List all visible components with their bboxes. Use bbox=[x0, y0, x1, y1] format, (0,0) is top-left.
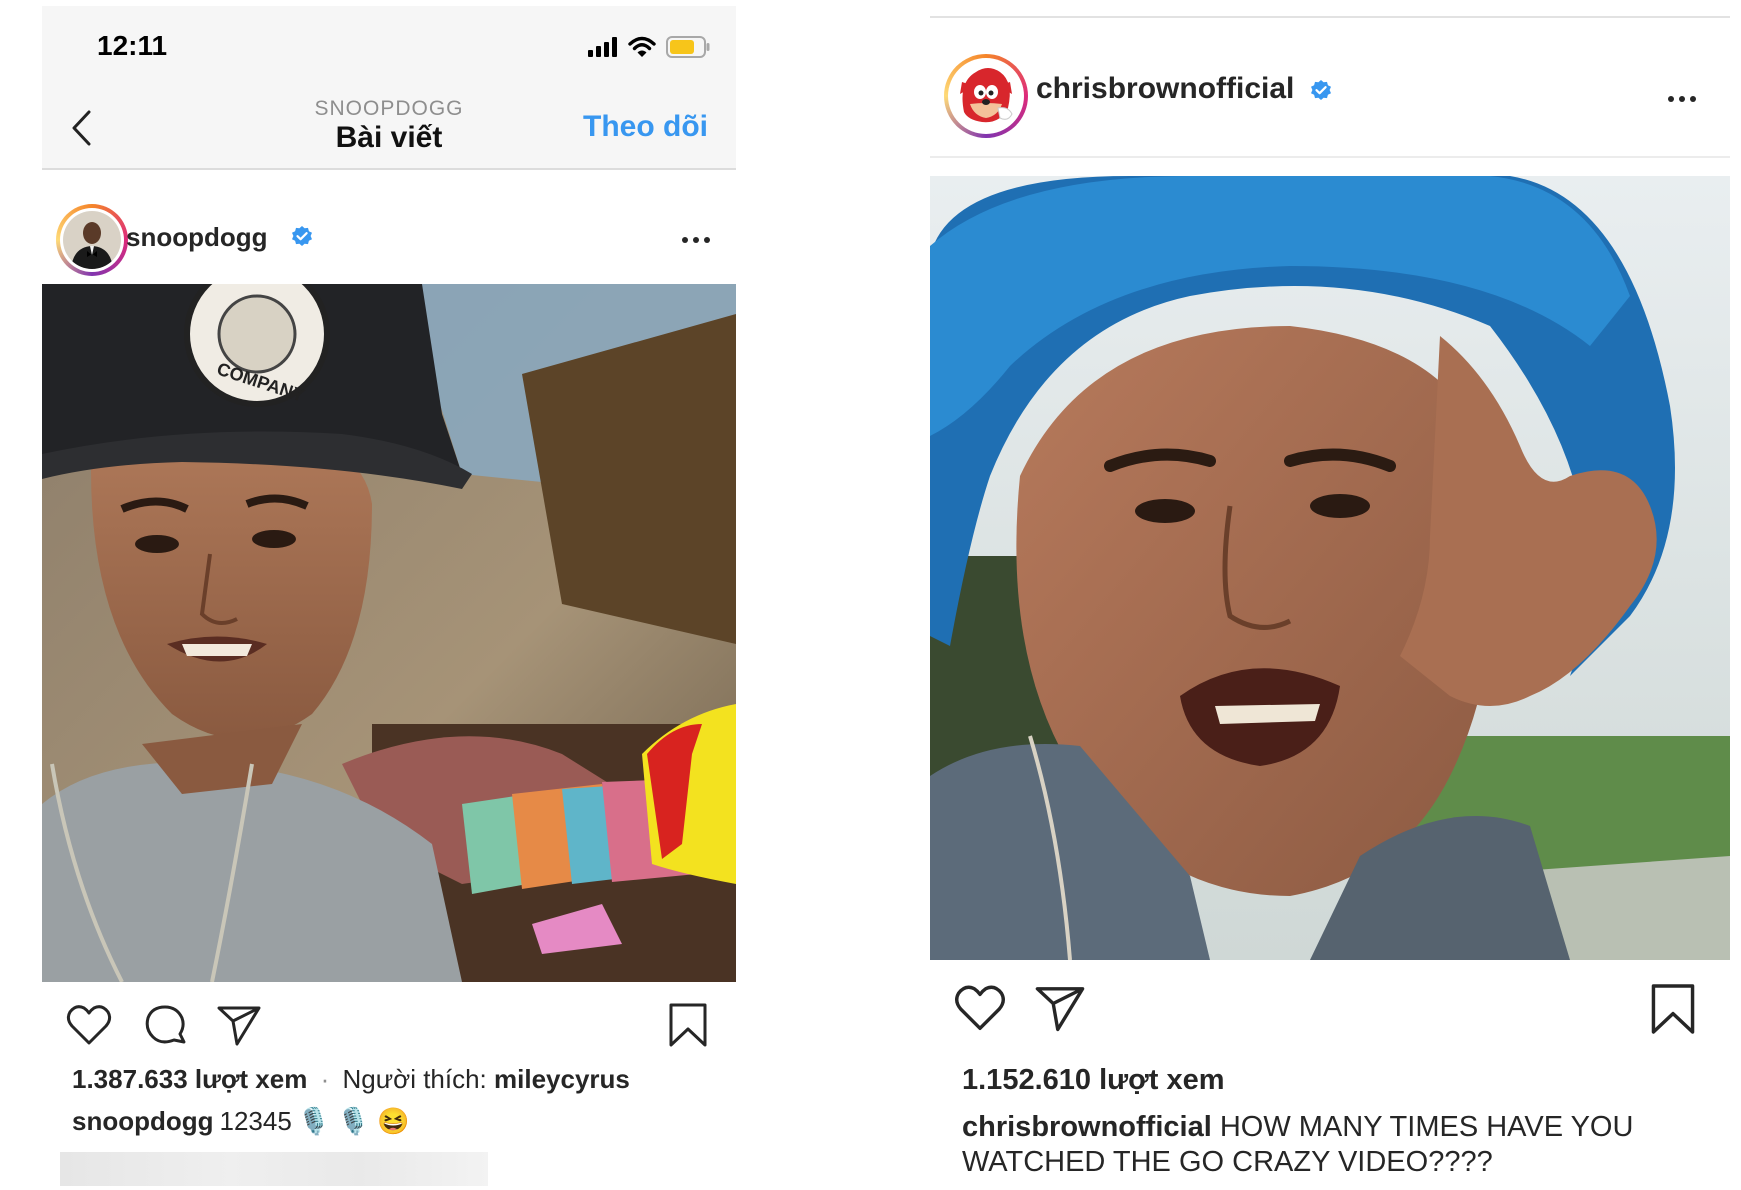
heart-icon[interactable] bbox=[66, 1004, 112, 1046]
verified-badge-icon bbox=[1310, 79, 1332, 101]
caption-username[interactable]: snoopdogg bbox=[72, 1106, 214, 1137]
bookmark-icon[interactable] bbox=[1650, 982, 1696, 1036]
post-image[interactable] bbox=[930, 176, 1730, 960]
more-options-icon[interactable] bbox=[682, 237, 710, 243]
avatar[interactable] bbox=[944, 54, 1028, 138]
follow-button[interactable]: Theo dõi bbox=[583, 110, 708, 144]
blurred-comment-placeholder bbox=[60, 1152, 488, 1186]
heart-icon[interactable] bbox=[954, 984, 1006, 1032]
send-icon[interactable] bbox=[216, 1004, 262, 1046]
status-bar: 12:11 bbox=[42, 6, 736, 92]
view-count: 1.387.633 lượt xem bbox=[72, 1064, 308, 1094]
post-header: snoopdogg bbox=[42, 170, 736, 290]
bookmark-icon[interactable] bbox=[668, 1002, 708, 1048]
post-username[interactable]: chrisbrownofficial bbox=[1036, 72, 1294, 106]
post-image[interactable]: COMPANY bbox=[42, 284, 736, 982]
separator-dot: · bbox=[320, 1064, 330, 1094]
post-header: chrisbrownofficial bbox=[930, 18, 1730, 158]
liked-by-prefix: Người thích: bbox=[342, 1064, 487, 1094]
nav-bar: SNOOPDOGG Bài viết Theo dõi bbox=[42, 92, 736, 170]
post-actions bbox=[42, 982, 736, 1062]
post-caption: chrisbrownofficial HOW MANY TIMES HAVE Y… bbox=[962, 1110, 1702, 1180]
signal-icon bbox=[588, 37, 618, 57]
verified-badge-icon bbox=[291, 225, 313, 247]
post-username[interactable]: snoopdogg bbox=[126, 222, 268, 253]
caption-username[interactable]: chrisbrownofficial bbox=[962, 1111, 1212, 1143]
avatar[interactable] bbox=[56, 204, 128, 276]
battery-icon bbox=[666, 36, 710, 58]
caption-text: 12345 bbox=[219, 1106, 292, 1136]
left-post-screenshot: 12:11 SNOOPDOGG Bài viết Theo dõi snoopd… bbox=[42, 6, 736, 1186]
caption-emojis: 🎙️ 🎙️ 😆 bbox=[297, 1106, 410, 1136]
comment-icon[interactable] bbox=[144, 1004, 188, 1048]
right-post-screenshot: chrisbrownofficial 1.152.610 lượt xem ch… bbox=[930, 0, 1730, 1190]
send-icon[interactable] bbox=[1034, 984, 1086, 1032]
liked-by-user[interactable]: mileycyrus bbox=[494, 1064, 630, 1094]
more-options-icon[interactable] bbox=[1668, 96, 1696, 102]
status-time: 12:11 bbox=[97, 30, 168, 61]
post-caption: snoopdogg 12345 🎙️ 🎙️ 😆 bbox=[72, 1106, 409, 1137]
view-count: 1.152.610 lượt xem bbox=[962, 1064, 1225, 1096]
post-actions bbox=[930, 960, 1730, 1060]
wifi-icon bbox=[628, 36, 656, 58]
status-icons bbox=[588, 32, 710, 62]
post-stats: 1.387.633 lượt xem · Người thích: mileyc… bbox=[72, 1064, 630, 1095]
